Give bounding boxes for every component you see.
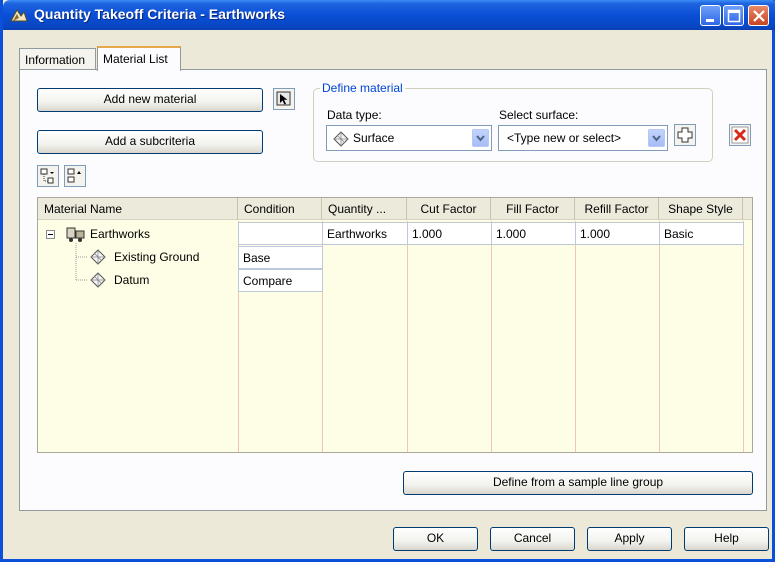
surface-icon [333, 131, 349, 147]
column-divider [743, 221, 744, 452]
pick-from-drawing-icon [276, 91, 291, 106]
material-name: Existing Ground [114, 250, 200, 264]
quantity-cell[interactable]: Earthworks [322, 222, 408, 245]
apply-button[interactable]: Apply [587, 527, 672, 551]
ok-button[interactable]: OK [393, 527, 478, 551]
tree-lines [75, 243, 88, 281]
surface-icon [90, 249, 106, 265]
shape-style-cell[interactable]: Basic [659, 222, 744, 245]
condition-cell[interactable] [238, 222, 323, 245]
pick-material-button[interactable] [273, 88, 295, 110]
chevron-down-icon [652, 135, 661, 142]
column-divider [407, 221, 408, 452]
col-condition[interactable]: Condition [238, 198, 322, 220]
maximize-icon [727, 9, 741, 23]
close-icon [753, 10, 765, 22]
col-refill-factor[interactable]: Refill Factor [575, 198, 659, 220]
title-bar[interactable]: Quantity Takeoff Criteria - Earthworks [3, 0, 775, 30]
tab-material-list[interactable]: Material List [97, 46, 181, 71]
collapse-all-icon [67, 168, 81, 183]
table-header: Material Name Condition Quantity ... Cut… [38, 198, 752, 220]
add-new-material-button[interactable]: Add new material [37, 88, 263, 112]
col-cut-factor[interactable]: Cut Factor [407, 198, 491, 220]
collapse-all-button[interactable] [64, 165, 86, 187]
column-divider [659, 221, 660, 452]
minimize-icon [706, 19, 714, 22]
surface-icon [90, 272, 106, 288]
col-shape-style[interactable]: Shape Style [659, 198, 743, 220]
column-divider [491, 221, 492, 452]
data-type-value: Surface [353, 131, 395, 145]
define-from-sample-line-group-button[interactable]: Define from a sample line group [403, 471, 753, 495]
add-surface-button[interactable] [674, 124, 696, 146]
condition-cell[interactable]: Base [238, 246, 323, 269]
material-table[interactable]: Material Name Condition Quantity ... Cut… [37, 197, 753, 453]
chevron-down-icon [476, 135, 485, 142]
cut-factor-cell[interactable]: 1.000 [407, 222, 492, 245]
material-name: Datum [114, 273, 150, 287]
add-subcriteria-button[interactable]: Add a subcriteria [37, 130, 263, 154]
close-button[interactable] [748, 5, 769, 26]
condition-cell[interactable]: Compare [238, 269, 323, 292]
col-quantity[interactable]: Quantity ... [322, 198, 407, 220]
select-surface-combo[interactable]: <Type new or select> [498, 125, 668, 151]
fill-factor-cell[interactable]: 1.000 [491, 222, 576, 245]
cancel-button[interactable]: Cancel [490, 527, 575, 551]
col-fill-factor[interactable]: Fill Factor [491, 198, 575, 220]
maximize-button[interactable] [723, 5, 744, 26]
define-material-legend: Define material [320, 81, 405, 95]
delete-button[interactable] [729, 124, 751, 146]
column-divider [575, 221, 576, 452]
data-type-select[interactable]: Surface [326, 125, 492, 151]
help-button[interactable]: Help [684, 527, 769, 551]
data-type-label: Data type: [327, 108, 382, 122]
expand-all-button[interactable] [37, 165, 59, 187]
delete-icon [731, 126, 749, 144]
refill-factor-cell[interactable]: 1.000 [575, 222, 660, 245]
add-surface-icon [677, 127, 693, 143]
select-surface-dropdown-arrow[interactable] [648, 129, 665, 147]
minimize-button[interactable] [700, 5, 721, 26]
dialog-window: Quantity Takeoff Criteria - Earthworks I… [0, 0, 775, 562]
civil3d-app-icon [10, 9, 28, 22]
tab-information[interactable]: Information [19, 48, 96, 70]
select-surface-value[interactable]: <Type new or select> [507, 131, 621, 145]
select-surface-label: Select surface: [499, 108, 579, 122]
expand-all-icon [40, 168, 54, 184]
window-title: Quantity Takeoff Criteria - Earthworks [34, 6, 286, 22]
data-type-dropdown-arrow[interactable] [472, 129, 489, 147]
